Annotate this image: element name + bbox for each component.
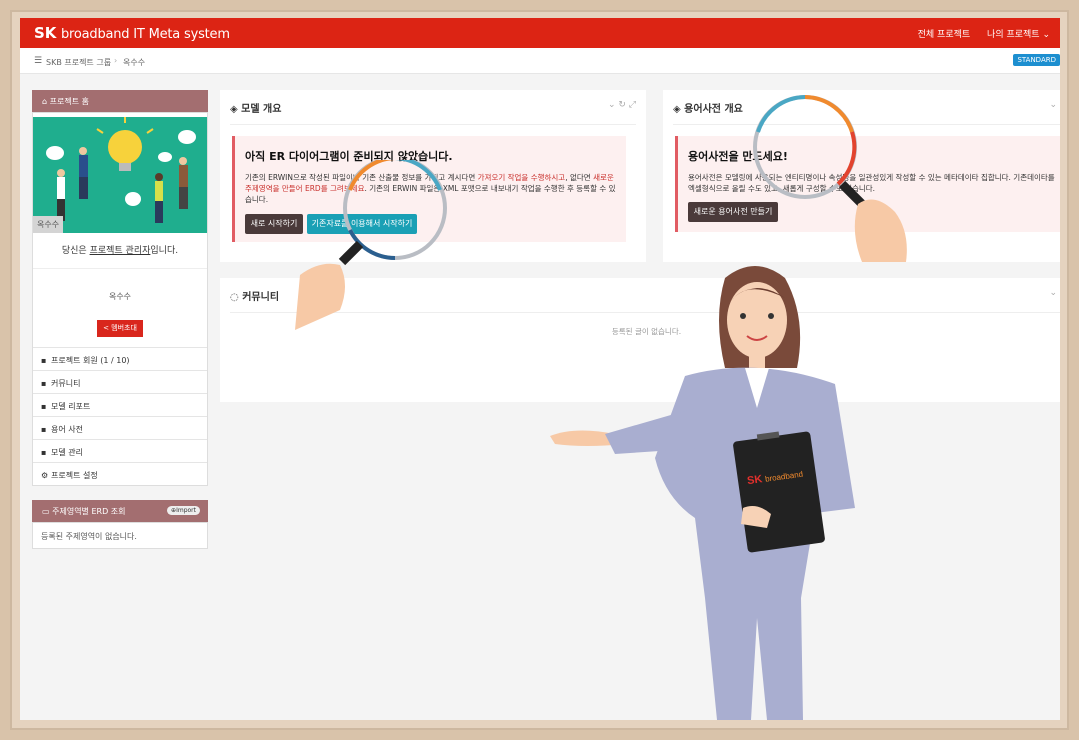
project-home-header: ⌂ 프로젝트 홈 (32, 90, 208, 112)
erd-lookup-title: 주제영역별 ERD 조회 (52, 507, 126, 516)
book-icon: ▪ (41, 425, 47, 434)
new-area-link-a[interactable]: 새로운 (593, 173, 614, 182)
chevron-down-icon[interactable]: ⌄ (608, 100, 616, 110)
project-name: 옥수수 (108, 292, 132, 301)
panel-divider (230, 124, 636, 125)
panel-title: ◈ 용어사전 개요 (673, 100, 743, 115)
erd-empty-message: 등록된 주제영역이 없습니다. (32, 522, 208, 549)
import-link[interactable]: 가져오기 작업을 수행하시고 (478, 173, 566, 182)
presenter-woman-illustration: SK broadband (550, 266, 855, 720)
breadcrumb-current: 옥수수 (123, 58, 146, 67)
model-panel-title: 모델 개요 (241, 104, 282, 115)
project-home-title: 프로젝트 홈 (49, 97, 89, 106)
left-sidebar: ⌂ 프로젝트 홈 옥수수 당신은 프로젝트 관리자입니다. 옥수수 < 멤버초대… (32, 90, 208, 549)
import-button[interactable]: ⊕Import (167, 506, 200, 515)
owner-prefix: 당신은 (61, 246, 90, 256)
sidebar-item-label: 프로젝트 회원 (1 / 10) (51, 356, 130, 365)
share-icon: < (103, 324, 112, 332)
erd-lookup-box: ▭ 주제영역별 ERD 조회 ⊕Import 등록된 주제영역이 없습니다. (32, 500, 208, 549)
glossary-panel-title: 용어사전 개요 (684, 104, 743, 115)
magnifier-right-illustration (753, 95, 907, 262)
menu-icon[interactable]: ☰ (34, 56, 42, 66)
sidebar-item-label: 모델 관리 (51, 448, 83, 457)
sidebar-item-label: 모델 리포트 (51, 402, 91, 411)
refresh-icon[interactable]: ↻ (618, 100, 626, 110)
sidebar-item-glossary[interactable]: ▪ 용어 사전 (33, 416, 207, 439)
sidebar-item-label: 용어 사전 (51, 425, 83, 434)
top-nav: 전체 프로젝트 나의 프로젝트 ⌄ (904, 27, 1050, 40)
alert-text-2: , 없다면 (565, 173, 594, 182)
database-icon: ▪ (41, 448, 47, 457)
panel-title: ◈ 모델 개요 (230, 100, 281, 115)
panel-tools: ⌄ (1049, 288, 1057, 298)
project-hero-image: 옥수수 (33, 117, 207, 233)
comment-icon: ◌ (230, 292, 243, 303)
hero-project-label: 옥수수 (33, 216, 64, 233)
sidebar-item-label: 프로젝트 설정 (51, 471, 98, 480)
layers-icon: ◈ (230, 104, 242, 115)
breadcrumb-group[interactable]: SKB 프로젝트 그룹 (46, 57, 111, 68)
gear-icon: ⚙ (41, 471, 49, 480)
sidebar-item-settings[interactable]: ⚙ 프로젝트 설정 (33, 462, 207, 485)
standard-badge[interactable]: STANDARD (1013, 54, 1060, 66)
brand-text: broadband IT Meta system (60, 27, 230, 42)
sidebar-item-members[interactable]: ▪ 프로젝트 회원 (1 / 10) (33, 347, 207, 370)
project-card: 옥수수 당신은 프로젝트 관리자입니다. 옥수수 < 멤버초대 ▪ 프로젝트 회원… (32, 112, 208, 486)
owner-role-line: 당신은 프로젝트 관리자입니다. (33, 233, 207, 269)
sidebar-item-community[interactable]: ▪ 커뮤니티 (33, 370, 207, 393)
comments-icon: ▪ (41, 379, 47, 388)
brand-sk: SK (34, 24, 57, 42)
brand-logo[interactable]: SK broadband IT Meta system (34, 24, 230, 42)
top-navbar: SK broadband IT Meta system 전체 프로젝트 나의 프… (20, 18, 1060, 48)
sidebar-menu: ▪ 프로젝트 회원 (1 / 10) ▪ 커뮤니티 ▪ 모델 리포트 ▪ 용어 사전 ▪… (33, 347, 207, 485)
chevron-down-icon[interactable]: ⌄ (1049, 288, 1057, 298)
folder-icon: ▭ (42, 507, 53, 516)
sidebar-item-label: 커뮤니티 (51, 379, 81, 388)
clipboard-logo: SK (746, 473, 763, 487)
owner-role: 프로젝트 관리자 (89, 246, 151, 256)
sidebar-item-model-report[interactable]: ▪ 모델 리포트 (33, 393, 207, 416)
home-icon: ⌂ (42, 97, 50, 106)
panel-title: ◌ 커뮤니티 (230, 288, 279, 303)
sidebar-item-model-manage[interactable]: ▪ 모델 관리 (33, 439, 207, 462)
panel-tools: ⌄ (1049, 100, 1057, 110)
import-label: Import (176, 507, 196, 514)
layers-icon: ◈ (673, 104, 685, 115)
community-panel-title: 커뮤니티 (242, 292, 280, 303)
invite-member-button[interactable]: < 멤버초대 (97, 320, 143, 337)
owner-suffix: 입니다. (150, 246, 179, 256)
erd-lookup-header: ▭ 주제영역별 ERD 조회 ⊕Import (32, 500, 208, 522)
nav-my-projects[interactable]: 나의 프로젝트 ⌄ (987, 30, 1050, 40)
expand-icon[interactable]: ⤢ (629, 100, 636, 110)
breadcrumb: ☰ SKB 프로젝트 그룹 › 옥수수 STANDARD (20, 48, 1060, 74)
magnifier-left-illustration (295, 160, 447, 330)
report-icon: ▪ (41, 402, 47, 411)
chevron-down-icon[interactable]: ⌄ (1049, 100, 1057, 110)
nav-all-projects[interactable]: 전체 프로젝트 (918, 30, 971, 40)
panel-tools: ⌄ ↻ ⤢ (608, 100, 636, 110)
breadcrumb-separator: › (114, 56, 118, 65)
alert-text-4: 습니다. (245, 195, 269, 204)
users-icon: ▪ (41, 356, 47, 365)
invite-button-label: 멤버초대 (111, 324, 137, 332)
